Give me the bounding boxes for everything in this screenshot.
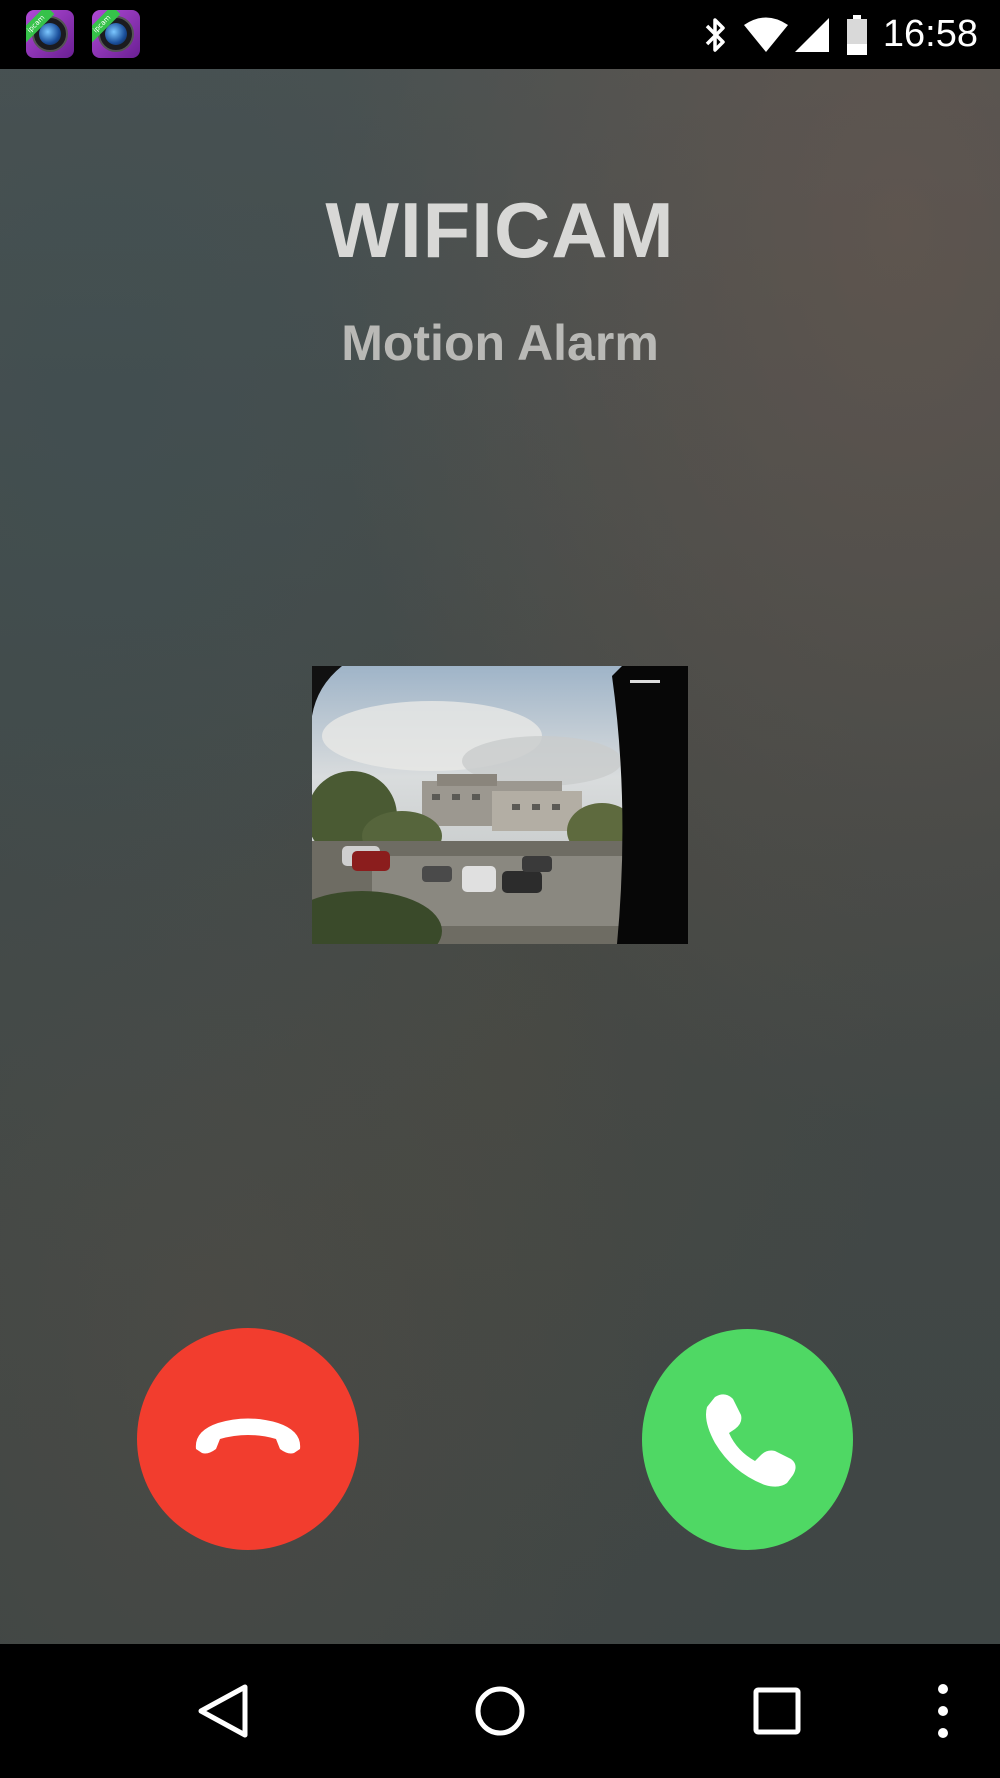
ipcam-notification-icon[interactable]: ipcam xyxy=(92,10,140,58)
lens-glass xyxy=(105,23,127,45)
ipcam-notification-icon[interactable]: ipcam xyxy=(26,10,74,58)
status-time: 16:58 xyxy=(882,13,978,55)
back-button[interactable] xyxy=(178,1666,268,1756)
cell-signal-icon xyxy=(794,17,829,52)
alarm-type-label: Motion Alarm xyxy=(341,315,659,371)
lens-glass xyxy=(39,23,61,45)
call-panel: WIFICAM Motion Alarm xyxy=(0,69,1000,1644)
incoming-alarm-screen: ipcam ipcam 16:58 WIFICAM Motion Alarm xyxy=(0,0,1000,1778)
more-options-button[interactable] xyxy=(898,1666,988,1756)
camera-snapshot-image xyxy=(312,666,688,944)
camera-snapshot[interactable] xyxy=(312,666,688,944)
home-icon xyxy=(475,1686,525,1736)
home-button[interactable] xyxy=(455,1666,545,1756)
status-bar: ipcam ipcam 16:58 xyxy=(0,0,1000,69)
accept-button[interactable] xyxy=(642,1329,853,1550)
decline-button[interactable] xyxy=(137,1328,359,1550)
more-options-icon xyxy=(938,1684,948,1738)
recents-button[interactable] xyxy=(732,1666,822,1756)
phone-answer-icon xyxy=(705,1393,796,1487)
navigation-bar xyxy=(0,1644,1000,1778)
status-right-group: 16:58 xyxy=(689,0,978,69)
wifi-icon xyxy=(743,17,788,52)
battery-icon xyxy=(846,14,867,55)
recents-icon xyxy=(753,1687,801,1735)
bluetooth-icon xyxy=(705,17,725,52)
back-icon xyxy=(198,1684,248,1738)
caller-name: WIFICAM xyxy=(325,186,675,274)
phone-hangup-icon xyxy=(195,1418,301,1454)
